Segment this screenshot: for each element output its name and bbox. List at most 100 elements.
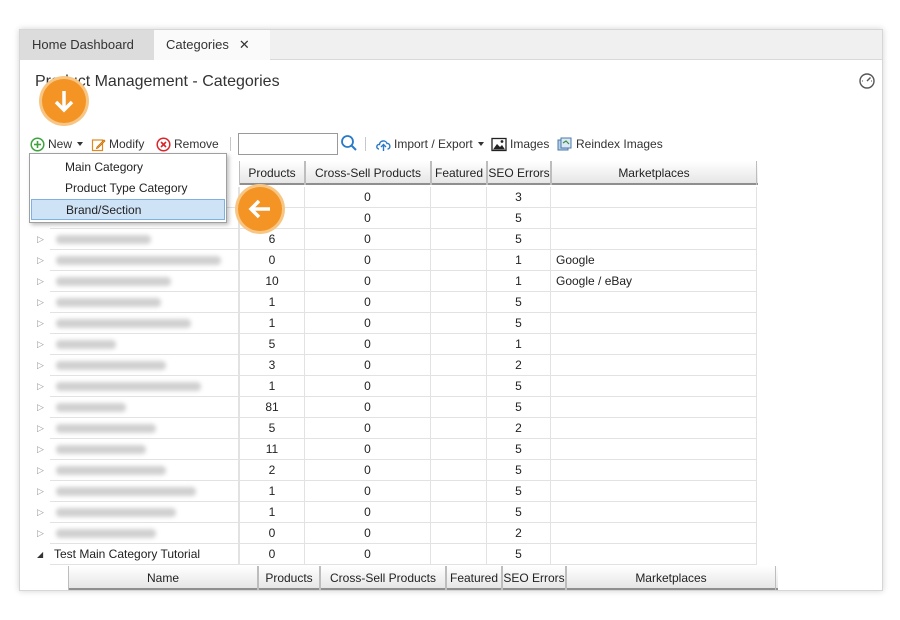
- table-row[interactable]: ▷ 5 0 1: [20, 334, 780, 355]
- column-header-name[interactable]: Name: [68, 566, 258, 590]
- cell-cross-sell: 0: [305, 376, 431, 397]
- cell-seo-errors: 2: [487, 523, 551, 544]
- table-row[interactable]: ▷ 1 0 5: [20, 292, 780, 313]
- expand-icon[interactable]: ▷: [37, 229, 44, 250]
- cell-name: [50, 229, 239, 250]
- expand-icon[interactable]: ▷: [37, 250, 44, 271]
- table-row[interactable]: ▷ 6 0 5: [20, 229, 780, 250]
- redacted-name: [56, 319, 191, 328]
- cell-featured: [431, 502, 487, 523]
- cell-name: [50, 418, 239, 439]
- table-row[interactable]: ▷ 11 0 5: [20, 439, 780, 460]
- images-button[interactable]: Images: [491, 135, 549, 153]
- table-row[interactable]: ▷ 1 0 5: [20, 313, 780, 334]
- cell-cross-sell: 0: [305, 397, 431, 418]
- column-header-products[interactable]: Products: [239, 161, 305, 185]
- column-header-featured[interactable]: Featured: [431, 161, 487, 185]
- column-header-cross-sell[interactable]: Cross-Sell Products: [305, 161, 431, 185]
- expand-icon[interactable]: ▷: [37, 439, 44, 460]
- tab-categories[interactable]: Categories ✕: [154, 30, 270, 60]
- redacted-name: [56, 382, 201, 391]
- cell-marketplaces: [551, 502, 757, 523]
- image-icon: [491, 137, 507, 151]
- expand-icon[interactable]: ▷: [37, 523, 44, 544]
- menu-item-brand-section[interactable]: Brand/Section: [31, 199, 225, 220]
- redacted-name: [56, 466, 166, 475]
- gauge-icon[interactable]: [858, 72, 876, 90]
- redacted-name: [56, 235, 151, 244]
- import-export-button[interactable]: Import / Export: [375, 135, 485, 153]
- column-header-featured[interactable]: Featured: [446, 566, 502, 590]
- column-header-products[interactable]: Products: [258, 566, 320, 590]
- cell-products: 0: [239, 250, 305, 271]
- column-header-seo-errors[interactable]: SEO Errors: [502, 566, 566, 590]
- menu-item-product-type-category[interactable]: Product Type Category: [31, 178, 225, 199]
- cell-name: [50, 292, 239, 313]
- expand-icon[interactable]: ▷: [37, 481, 44, 502]
- table-row[interactable]: ◢ Test Main Category Tutorial 0 0 5: [20, 544, 780, 565]
- table-row[interactable]: ▷ 2 0 5: [20, 460, 780, 481]
- table-row[interactable]: ▷ 3 0 2: [20, 355, 780, 376]
- cell-marketplaces: [551, 355, 757, 376]
- cell-products: 5: [239, 334, 305, 355]
- cell-seo-errors: 3: [487, 187, 551, 208]
- cell-products: 6: [239, 229, 305, 250]
- new-button[interactable]: New: [30, 135, 84, 153]
- cell-name: [50, 439, 239, 460]
- cell-marketplaces: [551, 187, 757, 208]
- modify-button[interactable]: Modify: [91, 135, 144, 153]
- expand-icon[interactable]: ▷: [37, 397, 44, 418]
- new-dropdown-menu: Main Category Product Type Category Bran…: [29, 153, 227, 223]
- cell-featured: [431, 355, 487, 376]
- cell-cross-sell: 0: [305, 418, 431, 439]
- cell-featured: [431, 481, 487, 502]
- column-header-cross-sell[interactable]: Cross-Sell Products: [320, 566, 446, 590]
- cell-name: [50, 397, 239, 418]
- reindex-images-label: Reindex Images: [576, 137, 663, 151]
- expand-icon[interactable]: ▷: [37, 376, 44, 397]
- cell-seo-errors: 1: [487, 334, 551, 355]
- table-row[interactable]: ▷ 81 0 5: [20, 397, 780, 418]
- table-row[interactable]: ▷ 10 0 1 Google / eBay: [20, 271, 780, 292]
- cell-products: 3: [239, 355, 305, 376]
- cell-marketplaces: [551, 229, 757, 250]
- cell-featured: [431, 439, 487, 460]
- redacted-name: [56, 424, 156, 433]
- edit-icon: [91, 138, 106, 151]
- collapse-icon[interactable]: ◢: [37, 544, 43, 565]
- table-row[interactable]: ▷ 5 0 2: [20, 418, 780, 439]
- search-icon[interactable]: [340, 134, 358, 152]
- expand-icon[interactable]: ▷: [37, 271, 44, 292]
- expand-icon[interactable]: ▷: [37, 334, 44, 355]
- app-window: Home Dashboard Categories ✕ Product Manag…: [19, 29, 883, 591]
- table-row[interactable]: ▷ 0 0 2: [20, 523, 780, 544]
- expand-icon[interactable]: ▷: [37, 460, 44, 481]
- expand-icon[interactable]: ▷: [37, 313, 44, 334]
- column-header-marketplaces[interactable]: Marketplaces: [551, 161, 757, 185]
- expand-icon[interactable]: ▷: [37, 502, 44, 523]
- table-row[interactable]: ▷ 1 0 5: [20, 376, 780, 397]
- reindex-images-button[interactable]: Reindex Images: [557, 135, 663, 153]
- redacted-name: [56, 298, 161, 307]
- expand-icon[interactable]: ▷: [37, 355, 44, 376]
- cell-marketplaces: Google: [551, 250, 757, 271]
- reindex-icon: [557, 137, 572, 150]
- table-row[interactable]: ▷ 1 0 5: [20, 481, 780, 502]
- cell-seo-errors: 5: [487, 208, 551, 229]
- menu-item-main-category[interactable]: Main Category: [31, 157, 225, 178]
- cell-name: Test Main Category Tutorial: [50, 544, 239, 565]
- table-row[interactable]: ▷ 0 0 1 Google: [20, 250, 780, 271]
- column-header-marketplaces[interactable]: Marketplaces: [566, 566, 776, 590]
- column-header-seo-errors[interactable]: SEO Errors: [487, 161, 551, 185]
- cell-seo-errors: 1: [487, 250, 551, 271]
- expand-icon[interactable]: ▷: [37, 292, 44, 313]
- table-row[interactable]: ▷ 1 0 5: [20, 502, 780, 523]
- cell-name: [50, 355, 239, 376]
- close-icon[interactable]: ✕: [239, 37, 250, 52]
- expand-icon[interactable]: ▷: [37, 418, 44, 439]
- cell-name: [50, 313, 239, 334]
- search-input[interactable]: [238, 133, 338, 155]
- remove-button[interactable]: Remove: [156, 135, 219, 153]
- tab-home-dashboard[interactable]: Home Dashboard: [20, 30, 154, 60]
- cell-products: 0: [239, 544, 305, 565]
